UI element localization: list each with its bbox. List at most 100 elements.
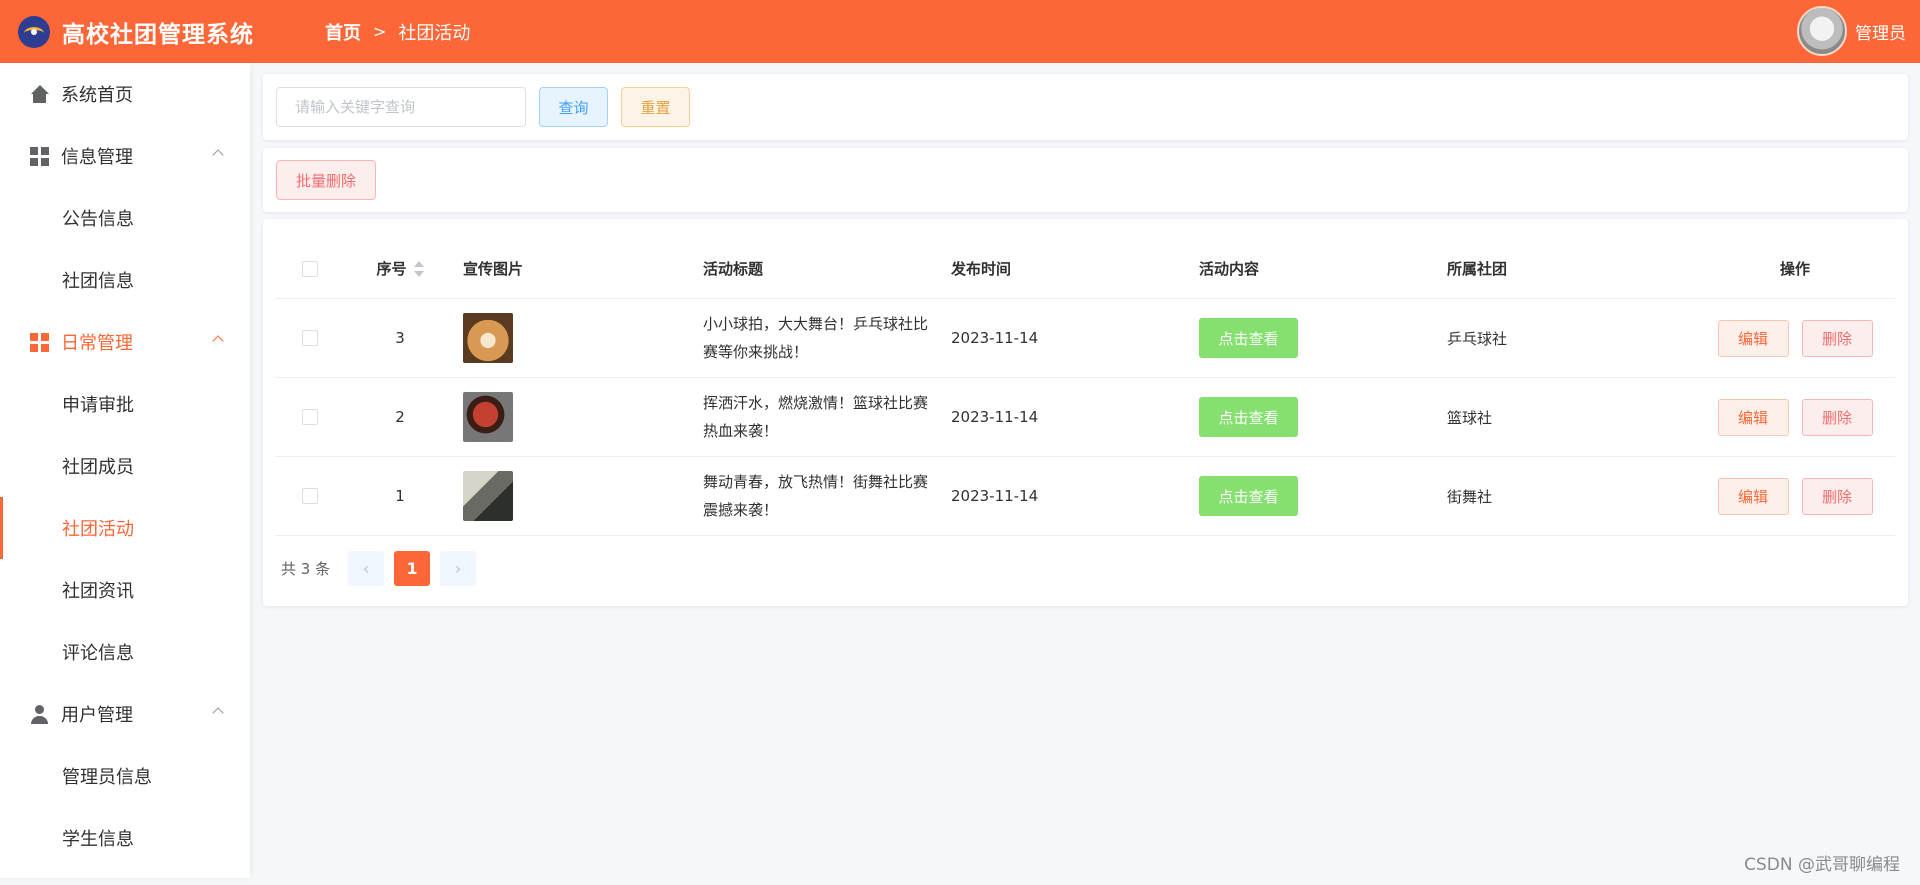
sidebar-item-club-info[interactable]: 社团信息 (0, 249, 250, 311)
app-title: 高校社团管理系统 (62, 21, 254, 48)
search-panel: 查询 重置 (263, 74, 1908, 140)
sidebar-item-label: 用户管理 (61, 705, 133, 726)
sidebar-item-approval[interactable]: 申请审批 (0, 373, 250, 435)
row-checkbox[interactable] (302, 330, 318, 346)
toolbar-panel: 批量删除 (263, 148, 1908, 212)
sidebar-item-label: 评论信息 (62, 643, 134, 664)
sidebar-item-label: 社团资讯 (62, 581, 134, 602)
logo-icon (18, 15, 50, 48)
row-title: 舞动青春，放飞热情！街舞社比赛震撼来袭！ (703, 473, 929, 519)
row-title: 小小球拍，大大舞台！乒乓球社比赛等你来挑战！ (703, 315, 929, 361)
table-header: 序号 宣传图片 活动标题 发布时间 活动内容 所属社团 操作 (275, 239, 1895, 299)
row-checkbox-cell (275, 330, 345, 346)
grid-icon (30, 146, 49, 166)
grid-icon (30, 332, 49, 352)
promo-image[interactable] (463, 313, 513, 363)
avatar[interactable] (1797, 6, 1847, 56)
sidebar-item-home[interactable]: 系统首页 (0, 63, 250, 125)
row-club: 街舞社 (1447, 487, 1493, 506)
row-ops: 编辑 删除 (1695, 398, 1895, 436)
query-button[interactable]: 查询 (539, 87, 608, 127)
table-panel: 序号 宣传图片 活动标题 发布时间 活动内容 所属社团 操作 3 小小球拍，大大… (263, 219, 1908, 606)
sidebar-item-label: 日常管理 (61, 333, 133, 354)
column-ops: 操作 (1779, 260, 1810, 278)
page-number-current[interactable]: 1 (394, 551, 431, 586)
pagination: 共 3 条 ‹ 1 › (281, 551, 486, 586)
sidebar-item-students[interactable]: 学生信息 (0, 807, 250, 869)
row-ops: 编辑 删除 (1695, 319, 1895, 357)
watermark: CSDN @武哥聊编程 (1744, 855, 1900, 875)
row-image-cell (455, 471, 703, 521)
column-club: 所属社团 (1447, 260, 1508, 278)
column-index-label: 序号 (376, 260, 407, 278)
row-content-cell: 点击查看 (1199, 476, 1447, 516)
select-all-checkbox[interactable] (302, 260, 318, 277)
row-time: 2023-11-14 (951, 408, 1039, 426)
chevron-up-icon (212, 335, 224, 347)
sidebar-item-admins[interactable]: 管理员信息 (0, 745, 250, 807)
sidebar-item-news[interactable]: 社团资讯 (0, 559, 250, 621)
sidebar-group-users[interactable]: 用户管理 (0, 683, 250, 745)
column-title: 活动标题 (703, 259, 764, 278)
delete-button[interactable]: 删除 (1801, 477, 1873, 515)
brand: 高校社团管理系统 (0, 15, 325, 49)
sidebar-item-label: 管理员信息 (62, 767, 152, 788)
breadcrumb-home[interactable]: 首页 (325, 19, 361, 45)
sidebar-group-daily[interactable]: 日常管理 (0, 311, 250, 373)
view-content-button[interactable]: 点击查看 (1199, 318, 1298, 358)
row-content-cell: 点击查看 (1199, 397, 1447, 437)
row-checkbox[interactable] (302, 409, 318, 425)
admin-name[interactable]: 管理员 (1855, 19, 1906, 44)
reset-button[interactable]: 重置 (621, 87, 690, 127)
row-image-cell (455, 392, 703, 442)
promo-image[interactable] (463, 471, 513, 521)
breadcrumb: 首页 > 社团活动 (325, 19, 470, 45)
row-title: 挥洒汗水，燃烧激情！篮球社比赛热血来袭！ (703, 394, 929, 440)
prev-page-icon[interactable]: ‹ (348, 551, 385, 586)
view-content-button[interactable]: 点击查看 (1199, 476, 1298, 516)
column-content: 活动内容 (1199, 260, 1260, 278)
sidebar-item-label: 公告信息 (62, 209, 134, 230)
promo-image[interactable] (463, 392, 513, 442)
search-input[interactable] (276, 87, 526, 127)
delete-button[interactable]: 删除 (1801, 319, 1873, 357)
sidebar-item-members[interactable]: 社团成员 (0, 435, 250, 497)
view-content-button[interactable]: 点击查看 (1199, 397, 1298, 437)
sidebar-item-activities[interactable]: 社团活动 (0, 497, 250, 559)
pagination-total: 共 3 条 (281, 560, 331, 578)
sort-icon[interactable] (413, 260, 424, 277)
batch-delete-button[interactable]: 批量删除 (276, 160, 376, 200)
sidebar-item-label: 学生信息 (62, 829, 134, 850)
activity-table: 序号 宣传图片 活动标题 发布时间 活动内容 所属社团 操作 3 小小球拍，大大… (275, 239, 1895, 536)
row-time: 2023-11-14 (951, 487, 1039, 505)
user-menu[interactable]: 管理员 (1797, 6, 1906, 56)
column-image: 宣传图片 (463, 260, 524, 278)
sidebar: 系统首页 信息管理 公告信息 社团信息 日常管理 申请审批 社团成员 社团活动 … (0, 63, 250, 878)
row-club: 乒乓球社 (1447, 329, 1508, 348)
sidebar-item-notice[interactable]: 公告信息 (0, 187, 250, 249)
sidebar-item-label: 社团活动 (62, 519, 134, 540)
next-page-icon[interactable]: › (440, 551, 477, 586)
row-checkbox-cell (275, 488, 345, 504)
edit-button[interactable]: 编辑 (1717, 477, 1789, 515)
table-row: 1 舞动青春，放飞热情！街舞社比赛震撼来袭！ 2023-11-14 点击查看 街… (275, 457, 1895, 536)
sidebar-group-info[interactable]: 信息管理 (0, 125, 250, 187)
row-time: 2023-11-14 (951, 329, 1039, 347)
edit-button[interactable]: 编辑 (1717, 398, 1789, 436)
home-icon (30, 84, 49, 104)
sidebar-item-comments[interactable]: 评论信息 (0, 621, 250, 683)
row-image-cell (455, 313, 703, 363)
sidebar-item-label: 申请审批 (62, 395, 134, 416)
row-content-cell: 点击查看 (1199, 318, 1447, 358)
row-checkbox[interactable] (302, 488, 318, 504)
sidebar-item-label: 社团成员 (62, 457, 134, 478)
delete-button[interactable]: 删除 (1801, 398, 1873, 436)
row-checkbox-cell (275, 409, 345, 425)
edit-button[interactable]: 编辑 (1717, 319, 1789, 357)
row-index: 1 (395, 487, 405, 505)
row-ops: 编辑 删除 (1695, 477, 1895, 515)
column-index[interactable]: 序号 (345, 258, 455, 279)
chevron-up-icon (212, 149, 224, 161)
column-time: 发布时间 (951, 260, 1012, 278)
row-index: 3 (395, 329, 405, 347)
